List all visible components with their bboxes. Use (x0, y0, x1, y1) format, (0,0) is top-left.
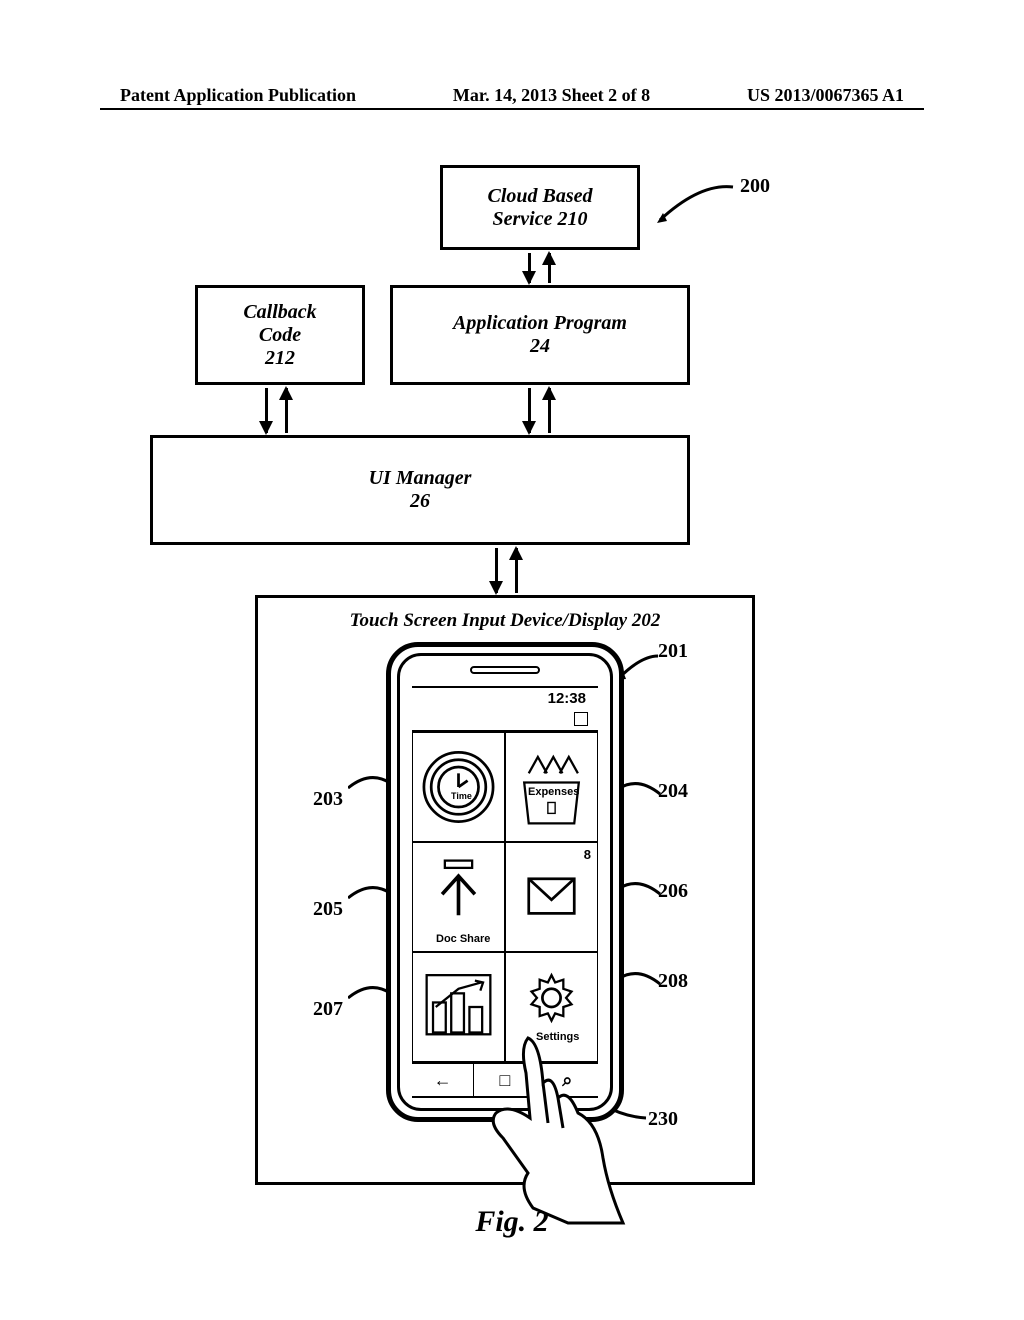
application-program-block: Application Program 24 (390, 285, 690, 385)
ui-line1: UI Manager (153, 467, 687, 490)
ref-208-leader (618, 964, 663, 989)
tile-docshare[interactable]: Doc Share (412, 842, 505, 952)
ref-205: 205 (313, 898, 343, 921)
arrow-ui-touch-down (495, 548, 498, 593)
touch-screen-block: Touch Screen Input Device/Display 202 20… (255, 595, 755, 1185)
cloud-line1: Cloud Based (443, 185, 637, 208)
cloud-line2: Service 210 (443, 208, 637, 231)
ref-200: 200 (740, 175, 770, 198)
phone-speaker (470, 666, 540, 674)
header-right: US 2013/0067365 A1 (747, 85, 904, 106)
time-label: Time (451, 791, 472, 801)
expenses-label: Expenses (528, 786, 579, 798)
arrow-app-ui-down (528, 388, 531, 433)
ref-206-leader (618, 874, 663, 899)
figure-caption: Fig. 2 (100, 1205, 924, 1239)
signal-icon (574, 712, 588, 726)
ref-207: 207 (313, 998, 343, 1021)
back-icon: ← (434, 1070, 452, 1091)
header-left: Patent Application Publication (120, 85, 356, 106)
arrow-callback-ui-up (285, 388, 288, 433)
status-bar: 12:38 (412, 686, 598, 732)
tile-mail[interactable]: 8 (505, 842, 598, 952)
clock-text: 12:38 (548, 690, 586, 707)
arrow-app-ui-up (548, 388, 551, 433)
tile-time[interactable]: Time (412, 732, 505, 842)
arrow-cloud-app-up (548, 253, 551, 283)
callback-line3: 212 (198, 347, 362, 370)
callback-line1: Callback (198, 301, 362, 324)
arrow-callback-ui-down (265, 388, 268, 433)
tiles-grid: Time Expenses (412, 732, 598, 1062)
touch-title: Touch Screen Input Device/Display 202 (258, 610, 752, 632)
ref-201: 201 (658, 640, 688, 663)
figure-diagram: Cloud Based Service 210 200 Callback Cod… (100, 155, 924, 1195)
arrow-ui-touch-up (515, 548, 518, 593)
app-line2: 24 (393, 335, 687, 358)
callback-line2: Code (198, 324, 362, 347)
ui-manager-block: UI Manager 26 (150, 435, 690, 545)
hand-pointer-icon (458, 1028, 658, 1228)
arrow-cloud-app-down (528, 253, 531, 283)
mail-badge: 8 (584, 847, 591, 862)
cloud-service-block: Cloud Based Service 210 (440, 165, 640, 250)
header-rule (100, 108, 924, 110)
ref-203: 203 (313, 788, 343, 811)
tile-expenses[interactable]: Expenses (505, 732, 598, 842)
ui-line2: 26 (153, 490, 687, 513)
ref-200-leader (655, 175, 740, 225)
app-line1: Application Program (393, 312, 687, 335)
callback-code-block: Callback Code 212 (195, 285, 365, 385)
docshare-label: Doc Share (436, 933, 490, 945)
header-center: Mar. 14, 2013 Sheet 2 of 8 (453, 85, 650, 106)
time-icon (413, 733, 504, 841)
ref-204-leader (618, 774, 663, 799)
page-header: Patent Application Publication Mar. 14, … (0, 85, 1024, 106)
